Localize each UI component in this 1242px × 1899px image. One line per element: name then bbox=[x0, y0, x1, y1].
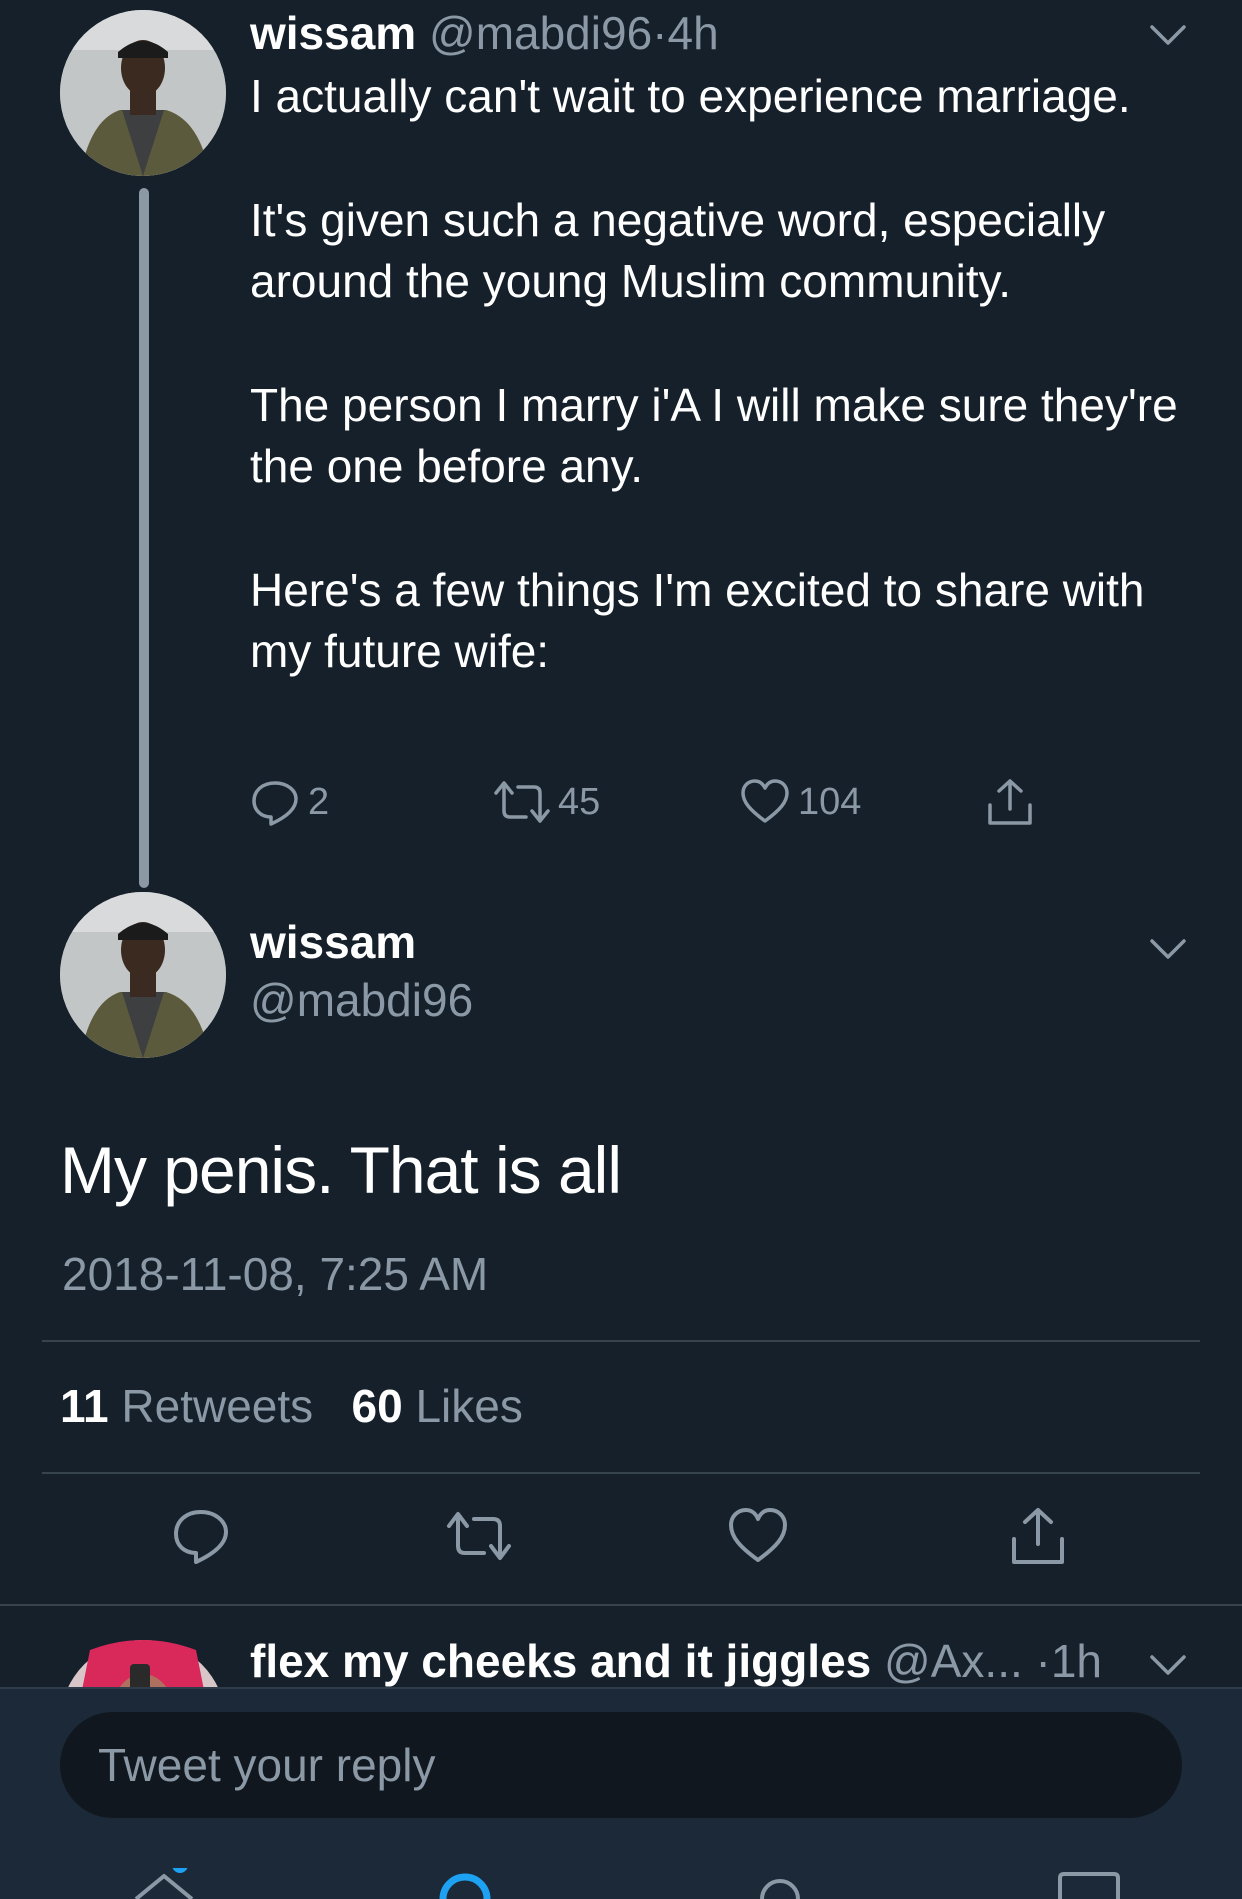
notifications-icon[interactable] bbox=[756, 1868, 804, 1899]
user-handle[interactable]: @mabdi96 bbox=[429, 7, 652, 59]
tweet-thread-screen: wissam @mabdi96·4h I actually can't wait… bbox=[0, 0, 1242, 1899]
reply-count: 2 bbox=[308, 780, 330, 823]
reply-input[interactable]: Tweet your reply bbox=[60, 1712, 1182, 1818]
divider bbox=[42, 1340, 1200, 1342]
tweet-time[interactable]: ·1h bbox=[1036, 1635, 1102, 1687]
like-icon[interactable] bbox=[728, 1506, 788, 1566]
retweets-stat[interactable]: 11 Retweets bbox=[60, 1380, 313, 1432]
home-icon[interactable] bbox=[128, 1868, 200, 1899]
tweet-header: wissam @mabdi96·4h bbox=[250, 5, 719, 61]
chevron-down-icon[interactable] bbox=[1148, 1652, 1188, 1678]
retweets-label: Retweets bbox=[121, 1380, 314, 1432]
display-name[interactable]: flex my cheeks and it jiggles bbox=[250, 1635, 871, 1687]
retweet-icon[interactable] bbox=[446, 1506, 512, 1566]
chevron-down-icon[interactable] bbox=[1148, 936, 1188, 962]
share-button[interactable] bbox=[985, 772, 1043, 832]
divider bbox=[0, 1604, 1242, 1606]
reply-placeholder: Tweet your reply bbox=[98, 1739, 436, 1791]
like-count: 104 bbox=[798, 780, 862, 823]
tweet-header: flex my cheeks and it jiggles @Ax... ·1h bbox=[250, 1633, 1102, 1689]
display-name[interactable]: wissam bbox=[250, 7, 416, 59]
engagement-stats: 11 Retweets 60 Likes bbox=[60, 1378, 523, 1434]
retweet-icon bbox=[494, 781, 550, 823]
divider bbox=[42, 1472, 1200, 1474]
separator-dot: · bbox=[652, 7, 668, 59]
reply-icon bbox=[252, 781, 298, 826]
retweet-count: 45 bbox=[558, 780, 601, 823]
user-handle[interactable]: @Ax... bbox=[884, 1635, 1023, 1687]
like-icon bbox=[741, 779, 789, 823]
share-icon[interactable] bbox=[1008, 1506, 1068, 1566]
avatar[interactable] bbox=[60, 892, 226, 1058]
likes-label: Likes bbox=[415, 1380, 523, 1432]
chevron-down-icon[interactable] bbox=[1148, 22, 1188, 48]
tweet-paragraph: The person I marry i'A I will make sure … bbox=[250, 379, 1178, 492]
retweet-button[interactable]: 45 bbox=[494, 772, 600, 832]
reply-button[interactable]: 2 bbox=[250, 772, 329, 832]
tweet-text: My penis. That is all bbox=[60, 1133, 622, 1207]
user-handle[interactable]: @mabdi96 bbox=[250, 972, 473, 1028]
display-name[interactable]: wissam bbox=[250, 914, 416, 970]
tweet-paragraph: I actually can't wait to experience marr… bbox=[250, 70, 1131, 122]
search-icon[interactable] bbox=[437, 1868, 493, 1899]
like-total: 60 bbox=[351, 1380, 403, 1432]
messages-icon[interactable] bbox=[1056, 1868, 1122, 1899]
reply-icon[interactable] bbox=[171, 1506, 231, 1566]
tweet-time[interactable]: 4h bbox=[667, 7, 718, 59]
thread-connector-line bbox=[139, 188, 149, 888]
avatar[interactable] bbox=[60, 10, 226, 176]
divider bbox=[0, 1687, 1242, 1689]
likes-stat[interactable]: 60 Likes bbox=[352, 1380, 523, 1432]
tweet-timestamp: 2018-11-08, 7:25 AM bbox=[62, 1248, 489, 1300]
tweet-paragraph: Here's a few things I'm excited to share… bbox=[250, 564, 1145, 677]
avatar[interactable] bbox=[60, 1640, 226, 1687]
notification-dot bbox=[172, 1868, 188, 1873]
share-icon bbox=[988, 779, 1032, 825]
like-button[interactable]: 104 bbox=[740, 772, 861, 832]
tweet-paragraph: It's given such a negative word, especia… bbox=[250, 194, 1106, 307]
tweet-text: I actually can't wait to experience marr… bbox=[250, 66, 1180, 682]
retweet-total: 11 bbox=[60, 1380, 109, 1432]
